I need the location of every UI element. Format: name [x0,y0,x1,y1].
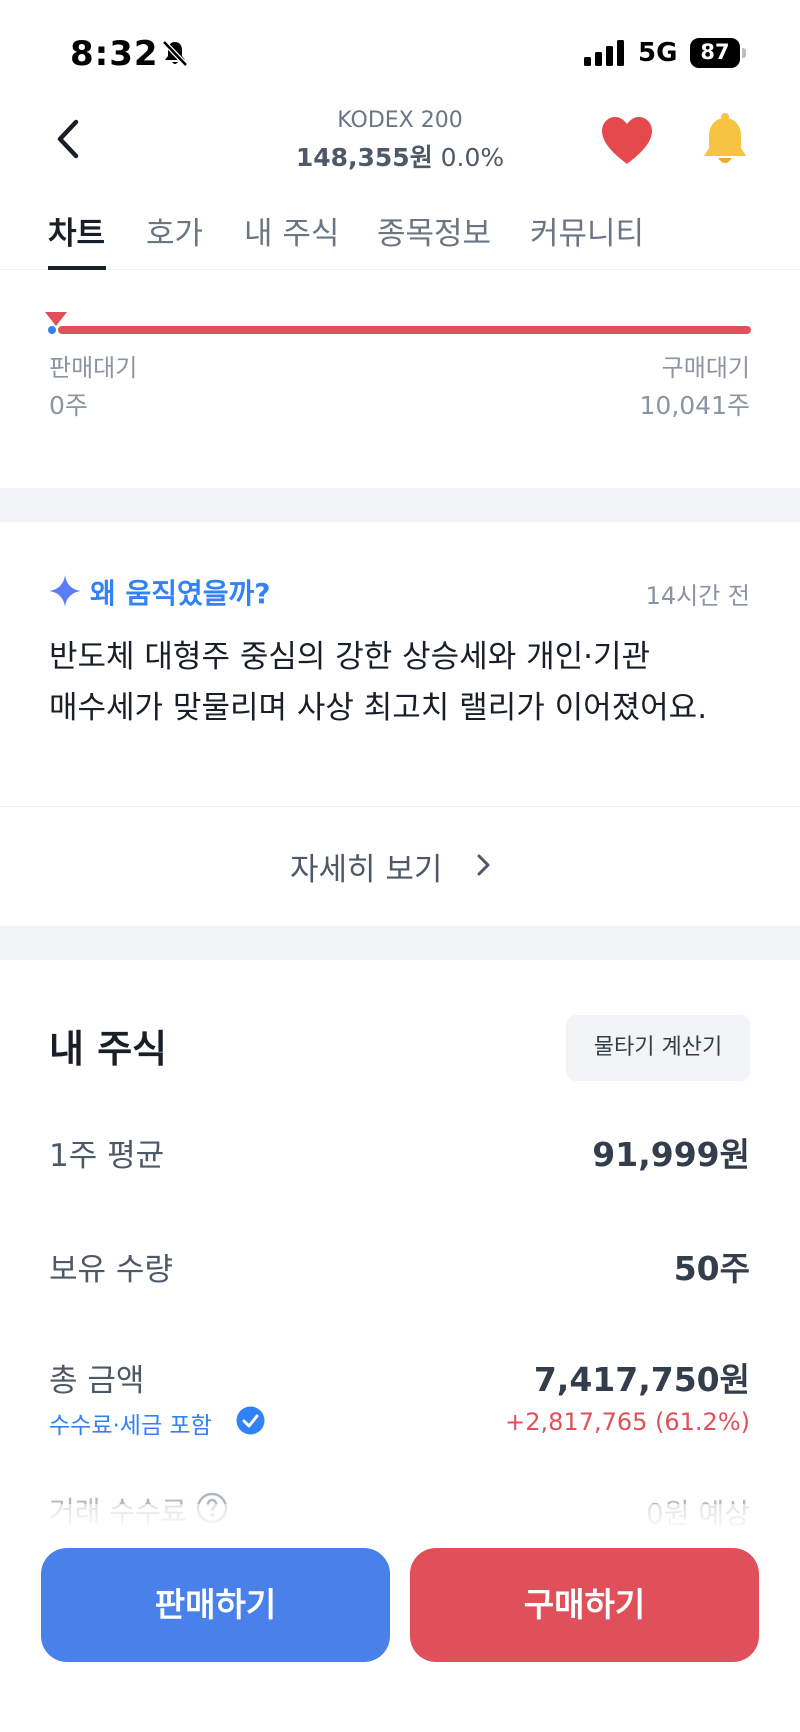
tab-orderbook[interactable]: 호가 [146,208,203,253]
status-bar: 8:32 5G 87 [0,0,800,96]
network-type: 5G [638,38,678,68]
chevron-right-icon [477,854,490,876]
buy-ratio-bar [58,326,751,334]
stock-change: 0.0% [440,143,505,172]
tab-bar: 차트 호가 내 주식 종목정보 커뮤니티 [0,196,800,270]
sell-ratio-dot [48,326,56,334]
stock-header: KODEX 200 148,355원 0.0% [0,96,800,186]
section-divider [0,488,800,522]
sparkle-icon [49,575,81,607]
stock-price-line: 148,355원 0.0% [0,138,800,174]
heart-icon[interactable] [598,114,656,168]
tab-my-stock[interactable]: 내 주식 [244,208,339,253]
buy-button[interactable]: 구매하기 [410,1548,759,1662]
avg-price-value: 91,999원 [592,1135,750,1174]
quantity-value: 50주 [673,1249,750,1288]
see-more-label: 자세히 보기 [290,852,443,888]
stock-name: KODEX 200 [337,108,463,133]
order-balance: 판매대기 0주 구매대기 10,041주 [0,270,800,488]
fee-tax-included-note[interactable]: 수수료·세금 포함 [49,1406,212,1440]
balance-marker-icon [45,312,67,326]
bell-icon[interactable] [700,112,750,168]
buy-wait-value: 10,041주 [639,391,750,420]
tab-stock-info[interactable]: 종목정보 [377,208,491,253]
see-more-button[interactable]: 자세히 보기 [0,808,800,926]
divider-line [0,806,800,807]
why-moved-line-1: 반도체 대형주 중심의 강한 상승세와 개인·기관 [49,639,651,675]
why-moved-text: 반도체 대형주 중심의 강한 상승세와 개인·기관 매수세가 맞물리며 사상 최… [49,632,759,734]
signal-bars-icon [584,40,624,66]
why-moved-time: 14시간 전 [645,582,750,610]
total-amount-value: 7,417,750원 [533,1360,750,1399]
bell-slash-icon [162,40,188,67]
why-moved-card: 왜 움직였을까? 14시간 전 반도체 대형주 중심의 강한 상승세와 개인·기… [0,522,800,806]
sell-wait-value: 0주 [49,391,88,420]
quantity-label: 보유 수량 [49,1252,173,1288]
avg-price-label: 1주 평균 [49,1138,165,1174]
battery-indicator: 87 [690,38,746,68]
total-amount-label: 총 금액 [49,1363,145,1399]
why-moved-title: 왜 움직였을까? [90,577,271,610]
section-divider [0,926,800,960]
tab-chart[interactable]: 차트 [48,208,105,253]
profit-value: +2,817,765 (61.2%) [505,1408,750,1436]
my-stock-title: 내 주식 [49,1027,168,1071]
check-circle-icon [236,1406,265,1435]
why-moved-line-2: 매수세가 맞물리며 사상 최고치 랠리가 이어졌어요. [49,690,708,726]
sell-wait-label: 판매대기 [49,354,138,382]
bottom-action-bar: 판매하기 구매하기 [0,1504,800,1732]
averaging-calculator-button[interactable]: 물타기 계산기 [566,1015,750,1081]
status-time: 8:32 [70,34,159,74]
battery-level: 87 [700,40,730,64]
stock-price: 148,355원 [295,143,433,172]
tab-community[interactable]: 커뮤니티 [530,208,644,253]
buy-wait-label: 구매대기 [661,354,750,382]
sell-button[interactable]: 판매하기 [41,1548,390,1662]
